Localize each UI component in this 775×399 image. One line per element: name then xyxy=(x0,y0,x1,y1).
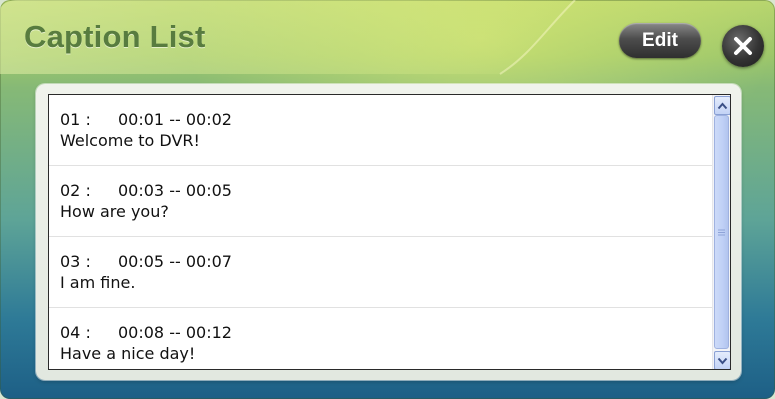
caption-list-window: Caption List Edit 01 : 00:01 -- 00:02 Wel… xyxy=(0,0,775,399)
scroll-thumb[interactable] xyxy=(714,115,729,349)
caption-item[interactable]: 01 : 00:01 -- 00:02 Welcome to DVR! xyxy=(49,95,717,166)
caption-index: 04 : xyxy=(60,323,91,342)
caption-item[interactable]: 04 : 00:08 -- 00:12 Have a nice day! xyxy=(49,308,717,369)
grip-lines-icon xyxy=(718,229,725,235)
caption-text: Have a nice day! xyxy=(60,344,196,363)
caption-text: I am fine. xyxy=(60,273,136,292)
vertical-scrollbar[interactable] xyxy=(712,95,730,369)
caption-time-range: 00:03 -- 00:05 xyxy=(118,181,232,200)
caption-index: 01 : xyxy=(60,110,91,129)
edit-button[interactable]: Edit xyxy=(619,23,701,58)
chevron-down-icon xyxy=(717,357,728,365)
scroll-down-button[interactable] xyxy=(714,351,730,369)
caption-time-range: 00:01 -- 00:02 xyxy=(118,110,232,129)
scroll-up-button[interactable] xyxy=(714,96,730,115)
caption-item[interactable]: 03 : 00:05 -- 00:07 I am fine. xyxy=(49,237,717,308)
caption-time-range: 00:05 -- 00:07 xyxy=(118,252,232,271)
edit-button-label: Edit xyxy=(642,29,678,51)
caption-rows: 01 :00:01 -- 00:02 Welcome to DVR! 02 :0… xyxy=(49,95,717,369)
caption-text: How are you? xyxy=(60,202,169,221)
caption-item[interactable]: 02 : 00:03 -- 00:05 How are you? xyxy=(49,166,717,237)
caption-index: 03 : xyxy=(60,252,91,271)
caption-time-range: 00:08 -- 00:12 xyxy=(118,323,232,342)
chevron-up-icon xyxy=(717,101,728,109)
window-title: Caption List xyxy=(24,19,206,54)
caption-text: Welcome to DVR! xyxy=(60,131,200,150)
close-button[interactable] xyxy=(722,25,764,67)
caption-index: 02 : xyxy=(60,181,91,200)
title-bar[interactable]: Caption List Edit xyxy=(0,0,775,84)
close-icon xyxy=(734,37,752,55)
caption-list[interactable]: 01 :00:01 -- 00:02 Welcome to DVR! 02 :0… xyxy=(48,94,731,370)
